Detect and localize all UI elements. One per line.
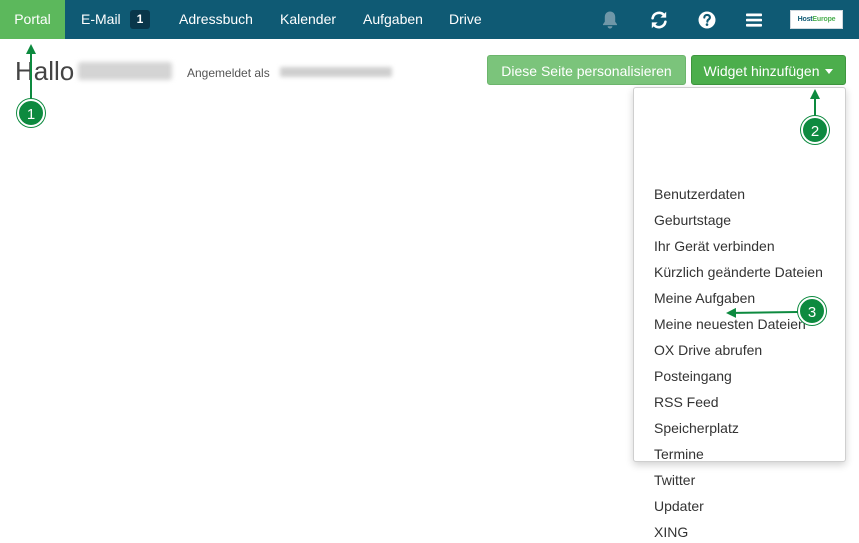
step-marker-3: 3 [798,297,826,325]
menu-item-updater[interactable]: Updater [654,495,704,517]
menu-item-xing[interactable]: XING [654,521,688,543]
arrow-to-rss-feed [726,307,799,318]
step-marker-2: 2 [801,116,829,144]
step-marker-1: 1 [17,99,45,127]
annotation-arrows [26,44,820,318]
